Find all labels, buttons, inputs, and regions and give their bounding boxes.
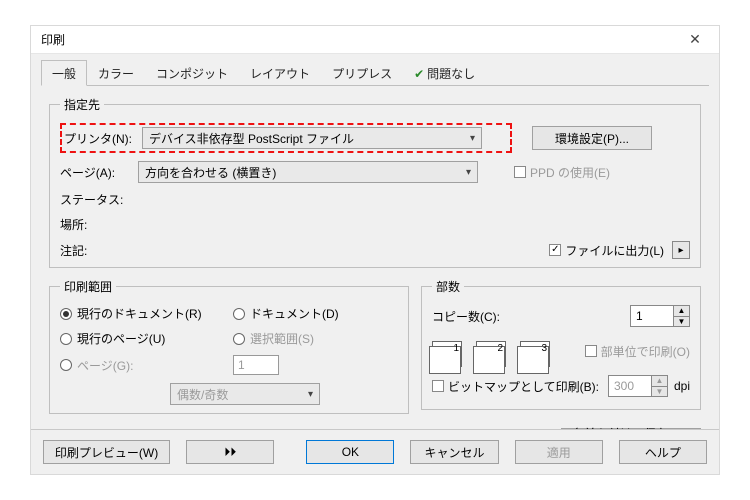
tab-layout[interactable]: レイアウト [239, 60, 321, 86]
range-legend: 印刷範囲 [60, 278, 116, 295]
tab-general[interactable]: 一般 [41, 60, 87, 86]
tab-strip: 一般 カラー コンポジット レイアウト プリプレス ✔問題なし [41, 62, 709, 86]
copies-spinner[interactable]: 1 ▲▼ [630, 305, 690, 327]
printer-value: デバイス非依存型 PostScript ファイル [149, 130, 354, 147]
spin-down-icon[interactable]: ▼ [673, 316, 689, 327]
arrow-right-button[interactable]: ▸ [672, 241, 690, 259]
tab-color[interactable]: カラー [87, 60, 145, 86]
chevron-down-icon: ▾ [470, 133, 475, 144]
printer-highlight: プリンタ(N): デバイス非依存型 PostScript ファイル ▾ [60, 123, 512, 153]
ok-button[interactable]: OK [306, 440, 394, 464]
spin-up-icon[interactable]: ▲ [673, 306, 689, 316]
radio-pages: ページ(G): [60, 355, 225, 375]
cancel-button[interactable]: キャンセル [410, 440, 498, 464]
collate-diagram: 1 2 3 [432, 341, 550, 367]
double-chevron-right-icon: ⏵⏵ [224, 445, 236, 460]
expand-button[interactable]: ⏵⏵ [186, 440, 274, 464]
page-orientation-combo[interactable]: 方向を合わせる (横置き) ▾ [138, 161, 478, 183]
copies-group: 部数 コピー数(C): 1 ▲▼ 1 [421, 278, 701, 410]
chevron-down-icon: ▾ [466, 167, 471, 178]
checkbox-icon: ✓ [549, 244, 561, 256]
pages-input: 1 [233, 355, 279, 375]
dialog-title: 印刷 [37, 31, 65, 48]
help-button[interactable]: ヘルプ [619, 440, 707, 464]
odd-even-combo: 偶数/奇数 ▾ [170, 383, 320, 405]
print-preview-button[interactable]: 印刷プレビュー(W) [43, 440, 170, 464]
tab-composite[interactable]: コンポジット [145, 60, 239, 86]
use-ppd-checkbox: PPD の使用(E) [514, 164, 610, 181]
checkbox-icon [514, 166, 526, 178]
copies-legend: 部数 [432, 278, 464, 295]
radio-current-page[interactable]: 現行のページ(U) [60, 330, 225, 347]
destination-group: 指定先 プリンタ(N): デバイス非依存型 PostScript ファイル ▾ … [49, 96, 701, 268]
close-icon[interactable]: ✕ [677, 31, 713, 48]
tab-prepress[interactable]: プリプレス [321, 60, 403, 86]
radio-selection: 選択範囲(S) [233, 330, 398, 347]
dpi-spinner: 300 ▲▼ [608, 375, 668, 397]
checkbox-icon [585, 345, 597, 357]
print-as-bitmap-checkbox[interactable]: ビットマップとして印刷(B): [432, 378, 599, 395]
printer-combo[interactable]: デバイス非依存型 PostScript ファイル ▾ [142, 127, 482, 149]
dpi-unit: dpi [674, 379, 690, 393]
print-range-group: 印刷範囲 現行のドキュメント(R) ドキュメント(D) 現行のページ(U) 選択… [49, 278, 409, 414]
radio-documents[interactable]: ドキュメント(D) [233, 305, 398, 322]
status-label: ステータス: [60, 191, 138, 208]
dialog-footer: 印刷プレビュー(W) ⏵⏵ OK キャンセル 適用 ヘルプ [31, 429, 719, 474]
preferences-button[interactable]: 環境設定(P)... [532, 126, 652, 150]
checkbox-icon [432, 380, 444, 392]
collate-checkbox: 部単位で印刷(O) [585, 343, 690, 360]
print-dialog: 印刷 ✕ 一般 カラー コンポジット レイアウト プリプレス ✔問題なし 指定先… [30, 25, 720, 475]
radio-current-document[interactable]: 現行のドキュメント(R) [60, 305, 225, 322]
titlebar: 印刷 ✕ [31, 26, 719, 54]
print-to-file-checkbox[interactable]: ✓ ファイルに出力(L) [549, 242, 664, 259]
tab-no-issues[interactable]: ✔問題なし [403, 60, 486, 86]
comment-label: 注記: [60, 242, 138, 259]
check-icon: ✔ [414, 67, 424, 81]
printer-label: プリンタ(N): [64, 130, 142, 147]
copies-label: コピー数(C): [432, 308, 630, 325]
apply-button: 適用 [515, 440, 603, 464]
destination-legend: 指定先 [60, 96, 104, 113]
chevron-down-icon: ▾ [308, 389, 313, 400]
page-value: 方向を合わせる (横置き) [145, 164, 276, 181]
page-label: ページ(A): [60, 164, 138, 181]
location-label: 場所: [60, 216, 138, 233]
